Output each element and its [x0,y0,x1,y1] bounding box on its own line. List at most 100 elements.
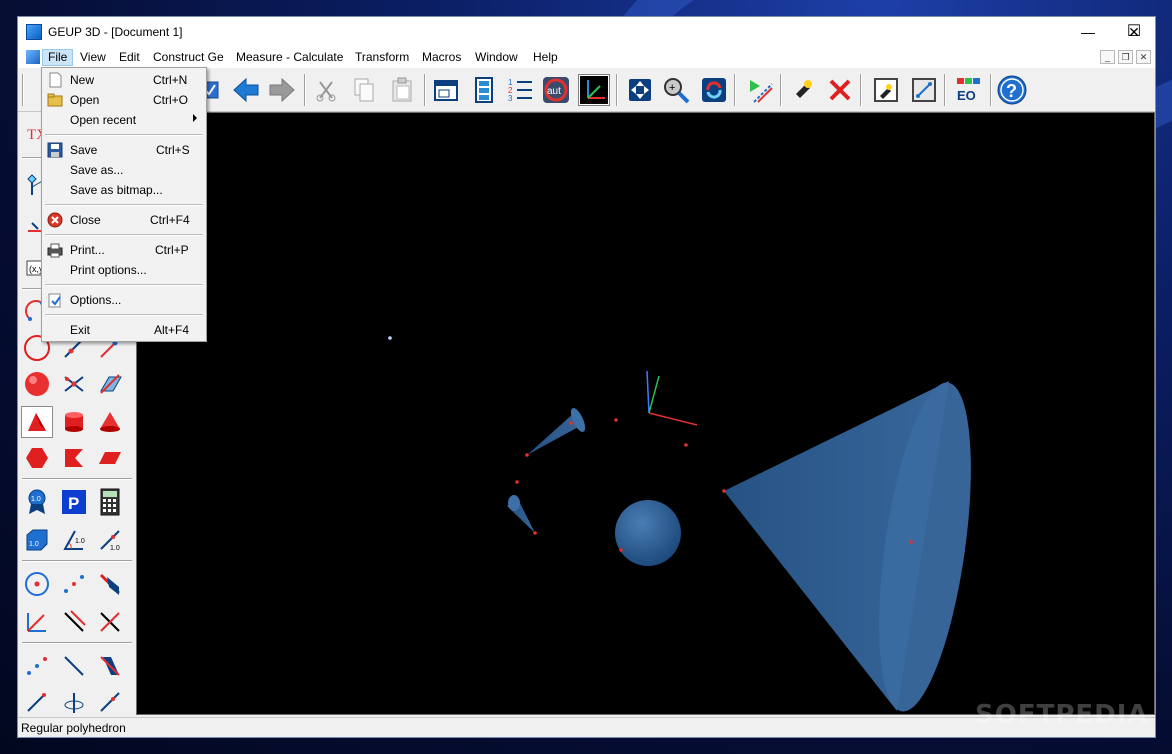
parallelogram-tool-icon[interactable] [94,442,126,474]
help-question-icon[interactable]: ? [996,74,1028,106]
submenu-arrow-icon [193,114,197,122]
coordinate-axes [646,370,698,426]
menu-help[interactable]: Help [528,49,563,66]
axes-toggle-icon[interactable] [578,74,610,106]
rotation-axis-icon[interactable] [58,686,90,718]
menu-window[interactable]: Window [470,49,523,66]
circle-center-icon[interactable] [21,568,53,600]
calculator-icon[interactable] [94,486,126,518]
auto-rotate-icon[interactable]: aut [540,74,572,106]
3d-viewport[interactable] [136,112,1155,715]
line-direction-icon[interactable] [58,650,90,682]
toolbar-grip [22,74,24,106]
intersection-points-icon[interactable] [58,368,90,400]
options-icon [47,292,63,308]
svg-text:?: ? [1006,81,1017,101]
cut-scissors-icon[interactable] [310,74,342,106]
menu-measure-calculate[interactable]: Measure - Calculate [231,49,348,66]
distance-measure-icon[interactable]: 1.0 [94,524,126,556]
minimize-button[interactable]: — [1065,17,1111,47]
vector-tool-icon[interactable] [21,606,53,638]
move-arrows-icon[interactable] [624,74,656,106]
back-arrow-icon[interactable] [230,74,262,106]
parameter-p-icon[interactable]: P [58,486,90,518]
mdi-close-button[interactable]: ✕ [1136,50,1151,64]
distance-point-icon[interactable] [21,686,53,718]
resize-view-icon[interactable] [908,74,940,106]
document-icon[interactable] [26,50,40,64]
zoom-magnifier-icon[interactable]: + [660,74,692,106]
delete-x-icon[interactable] [824,74,856,106]
menu-item-open[interactable]: Open Ctrl+O [43,90,205,110]
volume-measure-icon[interactable]: 1.0 [21,524,53,556]
svg-text:P: P [68,494,79,513]
paste-icon[interactable] [386,74,418,106]
perpendicular-line-icon[interactable] [58,606,90,638]
new-document-icon [47,72,63,88]
large-cone[interactable] [724,377,988,714]
svg-text:1.0: 1.0 [110,545,120,552]
menu-view[interactable]: View [75,49,111,66]
file-menu-dropdown: New Ctrl+N Open Ctrl+O Open recent Save … [41,67,207,342]
small-cone-1[interactable] [527,406,588,455]
midpoint-tool-icon[interactable] [58,568,90,600]
numbered-list-icon[interactable]: 123 [504,74,536,106]
cone-tool-icon[interactable] [94,406,126,438]
forward-arrow-icon[interactable] [266,74,298,106]
mdi-minimize-button[interactable]: _ [1100,50,1115,64]
segment-measure-icon[interactable] [94,686,126,718]
menu-item-options[interactable]: Options... [43,290,205,310]
menu-item-print[interactable]: Print... Ctrl+P [43,240,205,260]
menu-item-save[interactable]: Save Ctrl+S [43,140,205,160]
sphere-tool-icon[interactable] [21,368,53,400]
light-settings-icon[interactable] [870,74,902,106]
menu-file[interactable]: File [42,49,74,66]
prism-tool-icon[interactable] [21,442,53,474]
title-bar: GEUP 3D - [Document 1] — ☐ [18,17,1155,47]
svg-text:1.0: 1.0 [31,496,41,503]
close-window-button[interactable]: ✕ [1111,17,1155,47]
small-cone-2[interactable] [507,495,535,533]
svg-text:1.0: 1.0 [29,541,39,548]
sphere-object[interactable] [615,500,681,566]
angle-measure-icon[interactable]: 1.0 [58,524,90,556]
cylinder-tool-icon[interactable] [58,406,90,438]
play-macro-icon[interactable] [744,74,776,106]
menu-bar: File View Edit Construct Ge Measure - Ca… [18,47,1155,68]
menu-transform[interactable]: Transform [350,49,414,66]
menu-item-save-as-bitmap[interactable]: Save as bitmap... [43,180,205,200]
scene-canvas[interactable] [137,113,1154,714]
highlight-pen-icon[interactable] [788,74,820,106]
copy-icon[interactable] [348,74,380,106]
menu-item-open-recent[interactable]: Open recent [43,110,205,130]
menu-item-save-as[interactable]: Save as... [43,160,205,180]
mdi-restore-button[interactable]: ❐ [1118,50,1133,64]
save-disk-icon [47,142,63,158]
svg-text:aut: aut [547,86,561,97]
svg-text:+: + [669,82,675,94]
measure-badge-icon[interactable]: 1.0 [21,486,53,518]
polygon-tool-icon[interactable] [58,442,90,474]
points-on-line-icon[interactable] [21,650,53,682]
close-circle-icon [47,212,63,228]
menu-macros[interactable]: Macros [417,49,466,66]
menu-construct[interactable]: Construct Ge [148,49,229,66]
menu-item-close[interactable]: Close Ctrl+F4 [43,210,205,230]
plane-perpendicular-icon[interactable] [94,650,126,682]
regular-polyhedron-icon[interactable] [21,406,53,438]
softpedia-watermark: SOFTPEDIA [975,700,1149,730]
window-frame-icon[interactable] [430,74,462,106]
menu-item-new[interactable]: New Ctrl+N [43,70,205,90]
open-folder-icon [47,92,63,108]
geup-app-icon [26,24,42,40]
parallel-plane-icon[interactable] [94,568,126,600]
film-strip-icon[interactable] [468,74,500,106]
menu-edit[interactable]: Edit [114,49,145,66]
menu-item-print-options[interactable]: Print options... [43,260,205,280]
cross-lines-icon[interactable] [94,606,126,638]
menu-item-exit[interactable]: Exit Alt+F4 [43,320,205,340]
color-palette-icon[interactable]: EO [952,74,984,106]
svg-text:EO: EO [957,88,976,103]
refresh-rotate-icon[interactable] [698,74,730,106]
plane-tool-icon[interactable] [94,368,126,400]
